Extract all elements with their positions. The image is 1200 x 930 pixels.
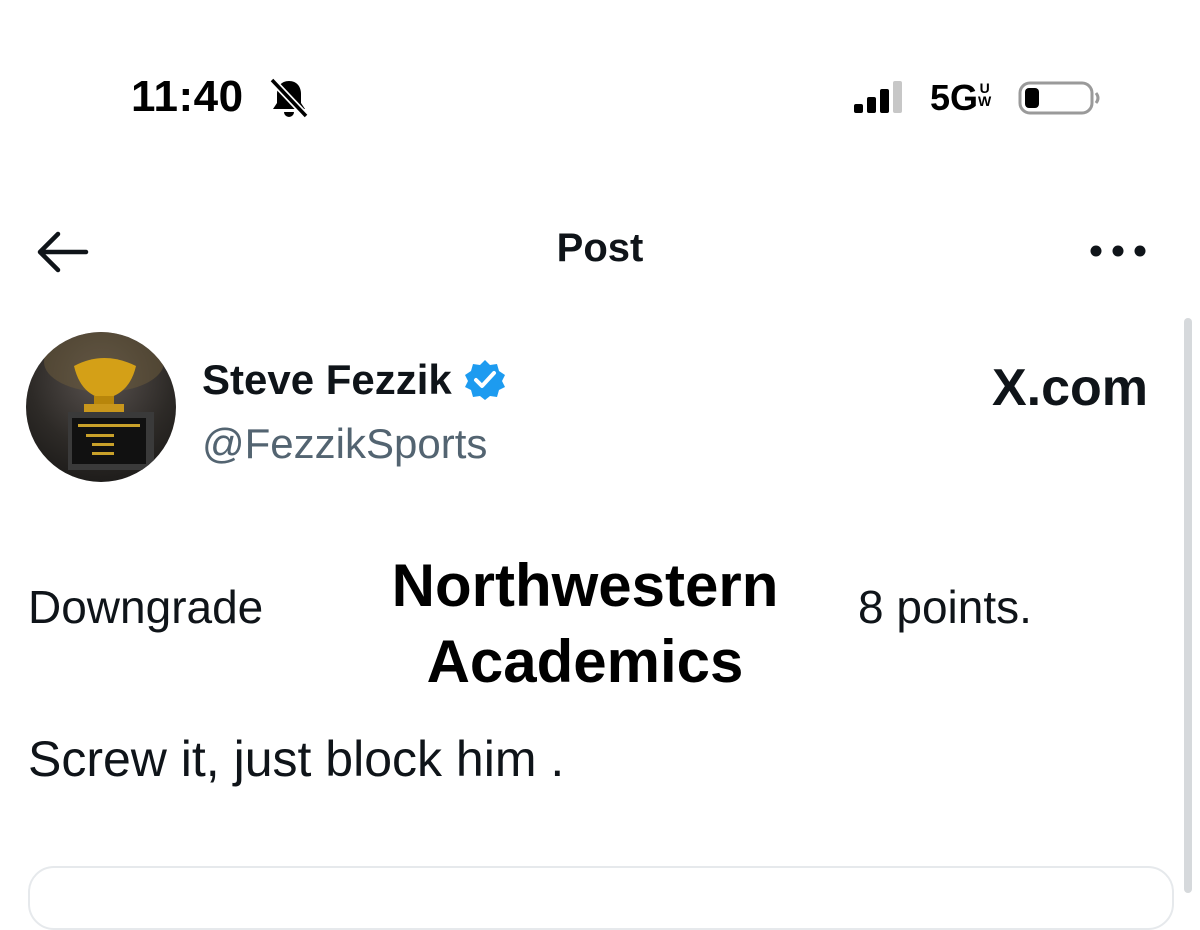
network-indicator: 5G U W [930,78,991,118]
bell-slash-icon [269,77,309,119]
post-text-before: Downgrade [28,581,264,633]
author-handle[interactable]: @FezzikSports [202,420,487,468]
network-badge: UW [978,81,992,109]
post-text-second-line: Screw it, just block him . [28,731,565,787]
overlay-line-2: Academics [426,628,744,695]
post-text-after: 8 points. [858,581,1032,633]
page-title: Post [556,226,644,270]
more-icon[interactable] [1088,240,1148,262]
overlay-caption: Northwestern Academics [322,548,848,706]
reply-card[interactable] [28,866,1174,930]
network-badge-bottom: W [978,93,992,109]
battery-icon [1018,81,1100,115]
verified-badge-icon [464,360,505,400]
network-label: 5G [930,77,979,118]
author-name[interactable]: Steve Fezzik [202,356,452,404]
author-name-row[interactable]: Steve Fezzik [202,356,506,404]
overlay-line-1: Northwestern [391,552,779,619]
trophy-image [44,332,164,470]
avatar[interactable] [26,332,176,482]
status-time: 11:40 [131,72,244,121]
signal-icon [854,81,902,113]
x-watermark: X.com [991,359,1148,417]
scrollbar[interactable] [1184,318,1192,893]
